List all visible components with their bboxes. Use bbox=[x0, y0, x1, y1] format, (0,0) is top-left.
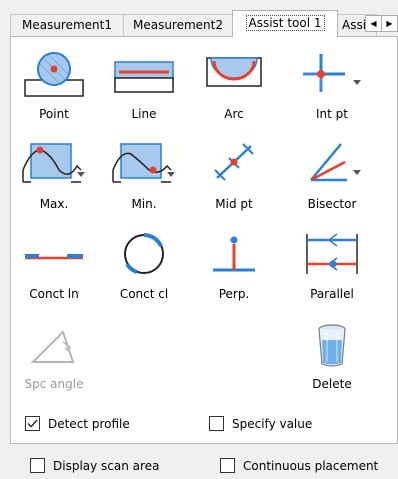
checkbox-label: Display scan area bbox=[53, 459, 160, 473]
mid-pt-tool-button[interactable]: Mid pt bbox=[191, 135, 277, 225]
continuous-placement-checkbox[interactable]: Continuous placement bbox=[220, 457, 395, 475]
checkbox-label: Detect profile bbox=[48, 417, 130, 431]
tool-label: Max. bbox=[39, 197, 69, 211]
tool-label: Mid pt bbox=[215, 197, 253, 211]
tool-label: Int pt bbox=[316, 107, 348, 121]
tab-assist-tool-1[interactable]: Assist tool 1 bbox=[232, 10, 338, 37]
special-angle-icon bbox=[30, 330, 75, 363]
tool-label: Point bbox=[39, 107, 69, 121]
detect-profile-checkbox[interactable]: Detect profile bbox=[25, 415, 165, 433]
connect-line-icon bbox=[25, 254, 83, 260]
connect-circle-icon bbox=[124, 233, 164, 274]
tool-label: Delete bbox=[312, 377, 352, 391]
arc-tool-button[interactable]: Arc bbox=[191, 45, 277, 135]
specify-value-checkbox[interactable]: Specify value bbox=[209, 415, 359, 433]
checkbox-box[interactable] bbox=[209, 416, 224, 431]
min-point-icon bbox=[112, 143, 175, 183]
int-pt-tool-button[interactable]: Int pt bbox=[289, 45, 375, 135]
parallel-tool-button[interactable]: Parallel bbox=[289, 225, 375, 315]
tool-label: Conct ln bbox=[29, 287, 79, 301]
tool-label: Line bbox=[131, 107, 157, 121]
tool-label: Arc bbox=[224, 107, 244, 121]
assist-tool-panel: Point Line Arc Int pt Max. Min. Mid pt B… bbox=[10, 36, 398, 444]
checkbox-label: Continuous placement bbox=[243, 459, 379, 473]
midpoint-icon bbox=[214, 143, 254, 181]
max-point-icon bbox=[22, 143, 85, 183]
checkbox-box[interactable] bbox=[30, 458, 45, 473]
tab-strip: Measurement1 Measurement2 Assist tool 1 … bbox=[0, 10, 398, 37]
intersection-point-icon bbox=[303, 54, 361, 92]
tab-scroll-right-button[interactable]: ▶ bbox=[381, 15, 398, 32]
point-icon bbox=[24, 52, 84, 97]
tool-label: Parallel bbox=[310, 287, 354, 301]
line-tool-button[interactable]: Line bbox=[101, 45, 187, 135]
tab-measurement1[interactable]: Measurement1 bbox=[10, 14, 124, 36]
bisector-icon bbox=[310, 143, 361, 182]
min-tool-button[interactable]: Min. bbox=[101, 135, 187, 225]
spc-angle-tool-button[interactable]: Spc angle bbox=[11, 315, 97, 405]
tool-label: Min. bbox=[131, 197, 157, 211]
checkmark-icon bbox=[27, 419, 38, 428]
parallel-icon bbox=[306, 233, 358, 274]
line-icon bbox=[114, 61, 174, 93]
conct-ln-tool-button[interactable]: Conct ln bbox=[11, 225, 97, 315]
trash-icon bbox=[318, 324, 346, 367]
tool-label: Spc angle bbox=[24, 377, 84, 391]
display-scan-area-checkbox[interactable]: Display scan area bbox=[30, 457, 190, 475]
arc-icon bbox=[206, 57, 262, 87]
max-tool-button[interactable]: Max. bbox=[11, 135, 97, 225]
delete-tool-button[interactable]: Delete bbox=[289, 315, 375, 405]
checkbox-box[interactable] bbox=[25, 416, 40, 431]
checkbox-label: Specify value bbox=[232, 417, 313, 431]
bisector-tool-button[interactable]: Bisector bbox=[289, 135, 375, 225]
tool-label: Conct cl bbox=[119, 287, 169, 301]
conct-cl-tool-button[interactable]: Conct cl bbox=[101, 225, 187, 315]
tool-label: Perp. bbox=[218, 287, 250, 301]
point-tool-button[interactable]: Point bbox=[11, 45, 97, 135]
perpendicular-icon bbox=[213, 236, 255, 272]
tab-measurement2[interactable]: Measurement2 bbox=[123, 14, 233, 36]
tab-scroll-left-button[interactable]: ◀ bbox=[365, 15, 382, 32]
checkbox-box[interactable] bbox=[220, 458, 235, 473]
tool-label: Bisector bbox=[307, 197, 357, 211]
perp-tool-button[interactable]: Perp. bbox=[191, 225, 277, 315]
